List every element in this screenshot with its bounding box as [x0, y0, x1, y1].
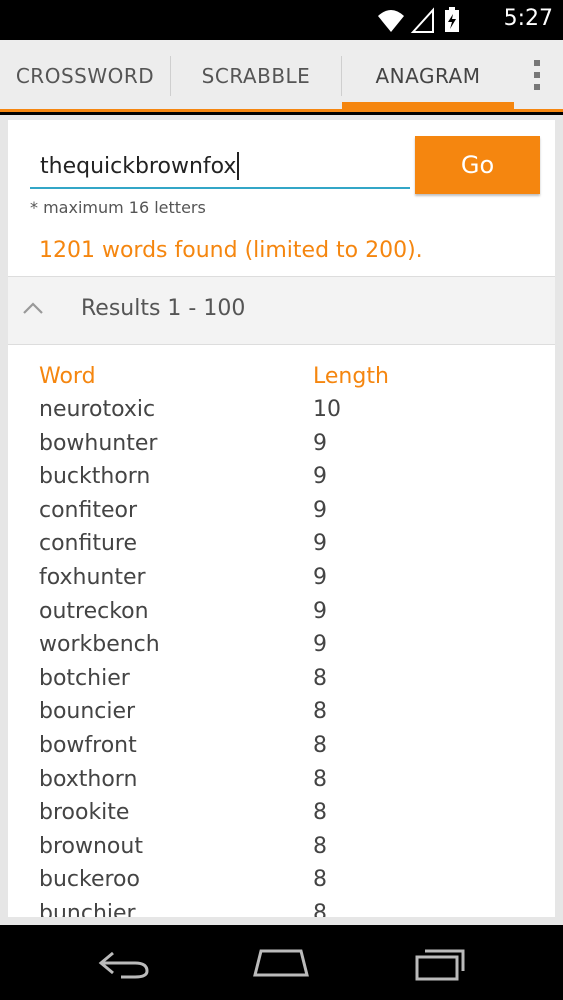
table-row[interactable]: neurotoxic 10 — [8, 397, 555, 431]
table-row[interactable]: bouncier 8 — [8, 699, 555, 733]
back-icon[interactable] — [95, 945, 155, 981]
recent-apps-icon[interactable] — [409, 945, 469, 981]
length-cell: 8 — [313, 699, 327, 725]
status-bar: 5:27 — [0, 0, 563, 40]
table-row[interactable]: bowhunter 9 — [8, 431, 555, 465]
word-cell: confiteor — [39, 497, 138, 523]
word-cell: bunchier — [39, 900, 136, 917]
word-cell: brookite — [39, 800, 130, 826]
results-section-header[interactable]: Results 1 - 100 — [8, 276, 555, 345]
length-cell: 9 — [313, 632, 327, 658]
length-cell: 8 — [313, 833, 327, 859]
length-cell: 8 — [313, 900, 327, 917]
column-header-length: Length — [313, 364, 389, 389]
table-row[interactable]: confiteor 9 — [8, 498, 555, 532]
max-letters-hint: * maximum 16 letters — [30, 198, 206, 217]
word-cell: outreckon — [39, 598, 149, 624]
length-cell: 9 — [313, 564, 327, 590]
word-cell: bouncier — [39, 699, 136, 725]
go-button[interactable]: Go — [415, 136, 540, 194]
word-cell: brownout — [39, 833, 143, 859]
word-cell: foxhunter — [39, 564, 146, 590]
length-cell: 9 — [313, 598, 327, 624]
table-row[interactable]: bunchier 8 — [8, 901, 555, 917]
column-header-word: Word — [39, 364, 96, 389]
table-row[interactable]: workbench 9 — [8, 632, 555, 666]
table-row[interactable]: confiture 9 — [8, 531, 555, 565]
word-cell: botchier — [39, 665, 130, 691]
home-icon[interactable] — [251, 945, 311, 981]
word-cell: neurotoxic — [39, 397, 156, 422]
status-time: 5:27 — [503, 6, 553, 31]
overflow-menu-icon[interactable] — [530, 58, 544, 94]
word-cell: bowhunter — [39, 430, 158, 456]
table-row[interactable]: bowfront 8 — [8, 733, 555, 767]
letters-input[interactable]: thequickbrownfox — [30, 145, 410, 189]
system-navigation-bar — [0, 925, 563, 1000]
tab-crossword[interactable]: CROSSWORD — [0, 40, 170, 112]
chevron-up-icon — [23, 302, 43, 314]
tab-bar: CROSSWORD SCRABBLE ANAGRAM — [0, 40, 563, 112]
length-cell: 9 — [313, 531, 327, 557]
results-range-title: Results 1 - 100 — [81, 296, 246, 321]
wifi-icon — [378, 10, 404, 32]
length-cell: 8 — [313, 867, 327, 893]
word-cell: workbench — [39, 632, 160, 658]
table-row[interactable]: foxhunter 9 — [8, 565, 555, 599]
table-row[interactable]: buckthorn 9 — [8, 464, 555, 498]
table-row[interactable]: buckeroo 8 — [8, 867, 555, 901]
letters-input-value: thequickbrownfox — [40, 153, 237, 179]
words-found-summary: 1201 words found (limited to 200). — [39, 238, 423, 263]
length-cell: 8 — [313, 665, 327, 691]
length-cell: 8 — [313, 800, 327, 826]
word-cell: confiture — [39, 531, 138, 557]
length-cell: 10 — [313, 397, 341, 422]
word-cell: boxthorn — [39, 766, 138, 792]
anagram-card: thequickbrownfox Go * maximum 16 letters… — [8, 120, 555, 917]
text-caret — [237, 152, 240, 180]
word-cell: bowfront — [39, 732, 137, 758]
table-row[interactable]: botchier 8 — [8, 666, 555, 700]
table-row[interactable]: brookite 8 — [8, 800, 555, 834]
length-cell: 9 — [313, 464, 327, 490]
results-table-header: Word Length — [8, 364, 555, 396]
word-cell: buckthorn — [39, 464, 151, 490]
length-cell: 8 — [313, 766, 327, 792]
status-icons — [378, 7, 459, 33]
length-cell: 9 — [313, 497, 327, 523]
signal-icon — [410, 7, 434, 33]
word-cell: buckeroo — [39, 867, 140, 893]
tab-scrabble[interactable]: SCRABBLE — [171, 40, 341, 112]
battery-icon — [445, 7, 459, 32]
length-cell: 9 — [313, 430, 327, 456]
results-table-body: neurotoxic 10 bowhunter 9 buckthorn 9 confi… — [8, 397, 555, 917]
length-cell: 8 — [313, 732, 327, 758]
table-row[interactable]: outreckon 9 — [8, 599, 555, 633]
table-row[interactable]: boxthorn 8 — [8, 767, 555, 801]
active-tab-indicator — [342, 102, 514, 112]
table-row[interactable]: brownout 8 — [8, 834, 555, 868]
